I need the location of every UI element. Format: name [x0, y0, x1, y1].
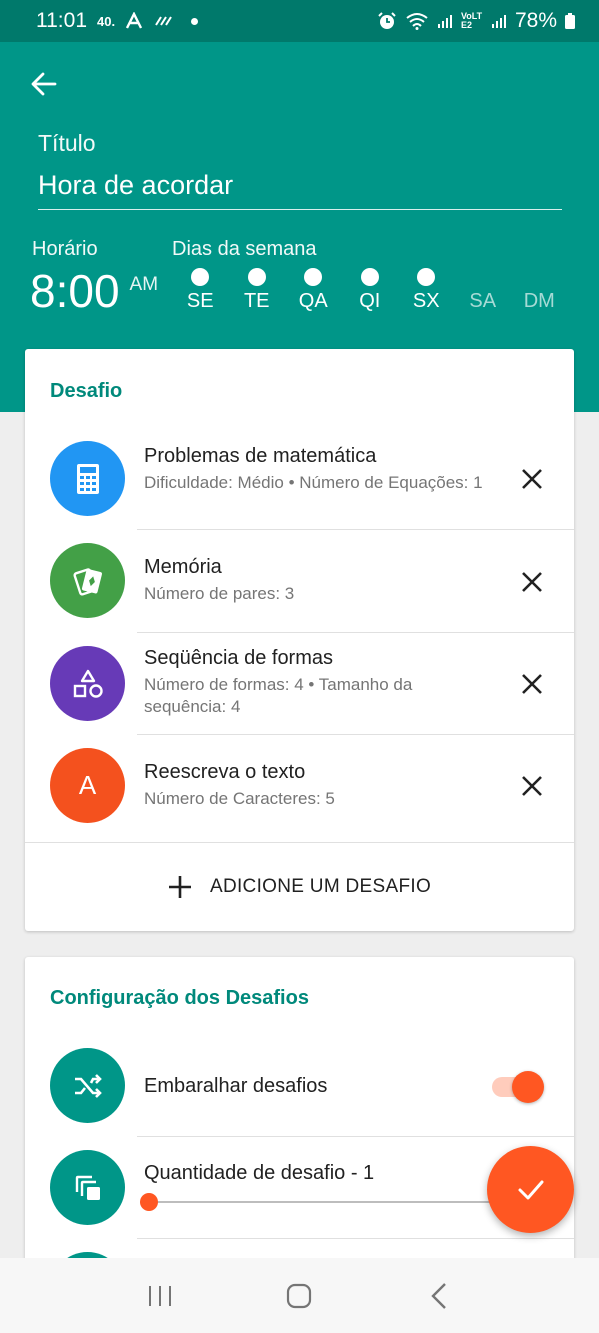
shuffle-toggle[interactable] [492, 1069, 544, 1103]
add-challenge-button[interactable]: ADICIONE UM DESAFIO [25, 843, 574, 931]
title-input[interactable]: Hora de acordar [38, 170, 562, 210]
quantity-label: Quantidade de desafio - 1 [144, 1162, 375, 1184]
time-picker[interactable]: 8:00 AM [30, 264, 158, 318]
close-icon [522, 469, 542, 489]
cards-icon [50, 543, 125, 618]
weather-icon [155, 16, 172, 26]
day-se[interactable]: SE [172, 268, 229, 313]
home-button[interactable] [269, 1271, 329, 1321]
system-nav-bar [0, 1258, 599, 1333]
challenge-row-rewrite[interactable]: A Reescreva o texto Número de Caracteres… [25, 735, 574, 841]
weekday-selector: SE TE QA QI SX SA DM [172, 268, 568, 313]
shapes-icon [50, 646, 125, 721]
home-icon [287, 1283, 312, 1308]
challenge-title: Reescreva o texto [144, 761, 306, 783]
quantity-text: Quantidade de desafio - 1 [144, 1160, 494, 1186]
recents-icon [148, 1285, 171, 1306]
challenge-subtitle: Número de formas: 4 • Tamanho da sequênc… [144, 675, 413, 716]
challenge-subtitle: Dificuldade: Médio • Número de Equações:… [144, 473, 483, 492]
status-right: VoLTE2 78% [377, 9, 575, 33]
signal-2-icon [491, 15, 506, 28]
arrow-left-icon [31, 72, 57, 96]
settings-title: Configuração dos Desafios [50, 987, 309, 1009]
remove-challenge-button[interactable] [512, 664, 552, 704]
status-left: 11:01 40. [36, 9, 199, 33]
plus-icon [168, 876, 191, 898]
shuffle-text: Embaralhar desafios [144, 1073, 494, 1099]
recent-apps-button[interactable] [130, 1271, 190, 1321]
remove-challenge-button[interactable] [512, 562, 552, 602]
challenge-text: Memória Número de pares: 3 [144, 554, 494, 605]
day-dm[interactable]: DM [511, 268, 568, 313]
challenges-title: Desafio [50, 380, 123, 402]
challenge-title: Memória [144, 556, 222, 578]
save-alarm-button[interactable] [487, 1146, 574, 1233]
add-challenge-label: ADICIONE UM DESAFIO [209, 876, 432, 897]
challenge-subtitle: Número de pares: 3 [144, 584, 295, 603]
copy-icon [50, 1150, 125, 1225]
signal-icon [437, 15, 452, 28]
challenge-settings-card: Configuração dos Desafios Embaralhar des… [25, 957, 574, 1327]
day-qi[interactable]: QI [342, 268, 399, 313]
challenge-row-shapes[interactable]: Seqüência de formas Número de formas: 4 … [25, 633, 574, 734]
challenges-card: Desafio Problemas de matemática Dificuld… [25, 349, 574, 931]
close-icon [522, 572, 542, 592]
battery-icon [565, 13, 575, 29]
days-label: Dias da semana [172, 238, 317, 260]
alarm-icon [378, 12, 396, 29]
battery-percent: 78% [514, 9, 557, 32]
challenge-row-memory[interactable]: Memória Número de pares: 3 [25, 530, 574, 632]
shuffle-icon [50, 1048, 125, 1123]
calculator-icon [50, 441, 125, 516]
lte-badge: VoLTE2 [460, 11, 483, 30]
challenge-title: Seqüência de formas [144, 647, 334, 669]
title-label: Título [38, 130, 96, 156]
challenge-title: Problemas de matemática [144, 445, 377, 467]
back-nav-button[interactable] [409, 1271, 469, 1321]
close-icon [522, 776, 542, 796]
back-button[interactable] [26, 66, 62, 102]
chevron-left-icon [431, 1282, 446, 1309]
time-label: Horário [32, 238, 98, 260]
day-qa[interactable]: QA [285, 268, 342, 313]
shuffle-row[interactable]: Embaralhar desafios [25, 1037, 574, 1137]
day-sa[interactable]: SA [455, 268, 512, 313]
app-a-icon [126, 12, 143, 29]
check-icon [518, 1180, 543, 1199]
challenge-subtitle: Número de Caracteres: 5 [144, 789, 335, 808]
letter-icon-text: A [78, 770, 97, 800]
shuffle-label: Embaralhar desafios [144, 1075, 328, 1097]
close-icon [522, 674, 542, 694]
status-bar: 11:01 40. VoLTE2 78% [0, 0, 599, 42]
divider [137, 1238, 574, 1239]
challenge-text: Problemas de matemática Dificuldade: Méd… [144, 443, 494, 494]
slider-thumb[interactable] [140, 1193, 158, 1211]
wifi-icon [406, 13, 428, 30]
day-sx[interactable]: SX [398, 268, 455, 313]
remove-challenge-button[interactable] [512, 766, 552, 806]
challenge-text: Reescreva o texto Número de Caracteres: … [144, 759, 494, 810]
letter-icon: A [50, 748, 125, 823]
time-value: 8:00 [30, 265, 120, 317]
challenge-row-math[interactable]: Problemas de matemática Dificuldade: Méd… [25, 429, 574, 530]
day-te[interactable]: TE [229, 268, 286, 313]
status-time: 11:01 [36, 9, 87, 32]
challenge-text: Seqüência de formas Número de formas: 4 … [144, 645, 494, 718]
status-indicator: 40. [97, 13, 116, 29]
remove-challenge-button[interactable] [512, 459, 552, 499]
time-ampm: AM [129, 274, 159, 295]
quantity-slider[interactable] [140, 1192, 520, 1212]
notification-dot-icon [191, 17, 199, 25]
